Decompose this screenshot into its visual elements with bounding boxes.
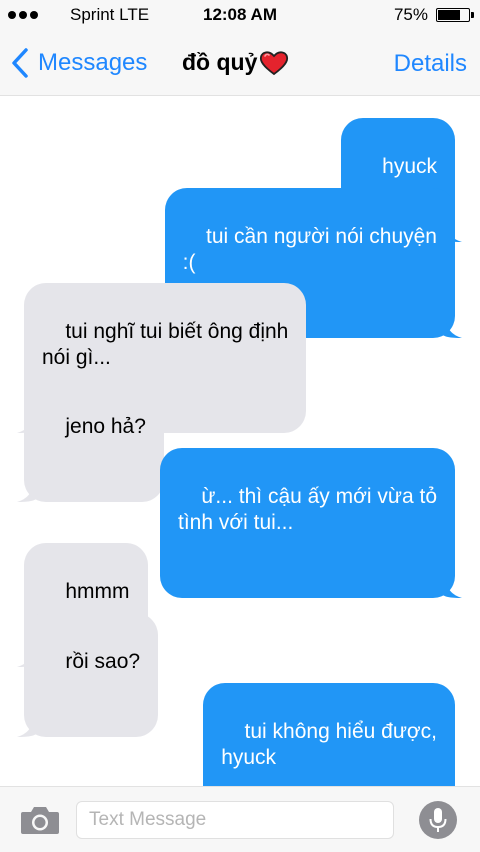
- battery-level: [438, 10, 460, 20]
- message-text: tui nghĩ tui biết ông định nói gì...: [42, 320, 289, 369]
- message-input[interactable]: [76, 801, 394, 839]
- back-button-label: Messages: [38, 49, 148, 76]
- message-bubble-sent: ừ... thì cậu ấy mới vừa tỏ tình với tui.…: [160, 448, 462, 598]
- message-text: hmmm: [65, 580, 130, 603]
- microphone-icon[interactable]: [418, 800, 458, 840]
- contact-name: đồ quỷ: [182, 49, 258, 75]
- message-text: jeno hả?: [65, 415, 146, 438]
- compose-bar: [0, 786, 480, 852]
- chevron-left-icon: [12, 48, 28, 78]
- conversation-title: đồ quỷ: [182, 49, 289, 76]
- message-text: hyuck: [382, 155, 437, 178]
- message-thread[interactable]: hyuck tui cần người nói chuyện :( tui ng…: [0, 96, 480, 833]
- battery-percent: 75%: [393, 5, 428, 24]
- details-button[interactable]: Details: [394, 50, 467, 78]
- heart-icon: [260, 50, 289, 75]
- message-text: tui cần người nói chuyện :(: [182, 225, 437, 274]
- message-text: ừ... thì cậu ấy mới vừa tỏ tình với tui.…: [178, 485, 437, 534]
- message-bubble-received: jeno hả?: [17, 378, 164, 502]
- message-bubble-received: rồi sao?: [17, 613, 159, 737]
- back-button[interactable]: Messages: [10, 47, 147, 79]
- camera-icon[interactable]: [20, 804, 60, 836]
- battery-icon: [436, 8, 474, 22]
- nav-bar: Messages đồ quỷ Details: [0, 30, 480, 96]
- message-text: tui không hiểu được, hyuck: [221, 720, 437, 769]
- message-text: rồi sao?: [65, 650, 141, 673]
- status-bar: Sprint LTE 12:08 AM 75%: [0, 0, 480, 30]
